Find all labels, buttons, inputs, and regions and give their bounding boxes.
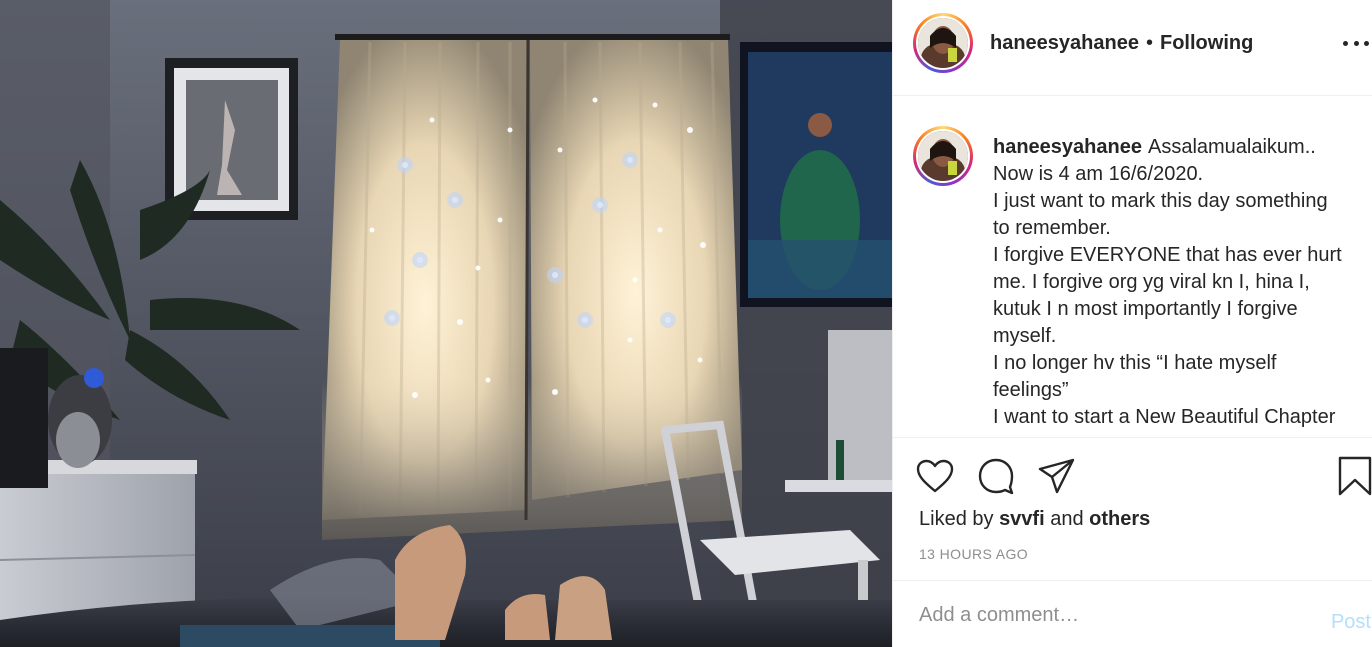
following-button[interactable]: Following xyxy=(1160,32,1253,55)
avatar[interactable] xyxy=(913,13,973,73)
caption-line: Now is 4 am 16/6/2020. xyxy=(993,163,1204,185)
avatar-photo xyxy=(918,18,968,68)
likes-summary: Liked by svvfi and others xyxy=(919,508,1151,530)
post-comment-button[interactable]: Post xyxy=(1331,611,1371,634)
caption-line: I want to start a New Beautiful Chapter xyxy=(993,406,1336,428)
action-bar xyxy=(893,438,1372,512)
comment-form: Post xyxy=(893,580,1372,647)
post-timestamp[interactable]: 13 HOURS AGO xyxy=(919,546,1028,562)
caption-text: haneesyahanee Assalamualaikum.. Now is 4 … xyxy=(993,134,1363,431)
post-photo[interactable] xyxy=(0,0,892,647)
bookmark-icon[interactable] xyxy=(1335,456,1372,496)
post-author-username[interactable]: haneesyahanee xyxy=(990,32,1139,55)
caption-line: me. I forgive org yg viral kn I, hina I, xyxy=(993,271,1310,293)
comment-input[interactable] xyxy=(919,599,1299,631)
comment-bubble-icon[interactable] xyxy=(976,456,1016,496)
caption-line: feelings” xyxy=(993,379,1069,401)
caption-line: I just want to mark this day something xyxy=(993,190,1328,212)
separator-dot: • xyxy=(1145,32,1153,54)
caption-username[interactable]: haneesyahanee xyxy=(993,136,1142,158)
caption-line: I forgive EVERYONE that has ever hurt xyxy=(993,244,1342,266)
more-options-icon[interactable] xyxy=(1341,30,1371,56)
caption-line: kutuk I n most importantly I forgive xyxy=(993,298,1298,320)
liked-by-user-link[interactable]: svvfi xyxy=(999,508,1045,530)
caption-line: I no longer hv this “I hate myself xyxy=(993,352,1277,374)
post-side-panel: haneesyahanee • Following haneesyahanee … xyxy=(892,0,1372,647)
caption-avatar[interactable] xyxy=(913,126,973,186)
caption-line: myself. xyxy=(993,325,1057,347)
caption-line: to remember. xyxy=(993,217,1111,239)
caption-line: Assalamualaikum.. xyxy=(1147,136,1316,158)
heart-icon[interactable] xyxy=(915,456,955,496)
liked-by-others-link[interactable]: others xyxy=(1089,508,1150,530)
paper-plane-icon[interactable] xyxy=(1037,456,1077,496)
post-header: haneesyahanee • Following xyxy=(893,0,1372,96)
avatar-photo xyxy=(918,131,968,181)
bedroom-photo xyxy=(0,0,892,647)
caption-section: haneesyahanee Assalamualaikum.. Now is 4 … xyxy=(893,96,1372,438)
